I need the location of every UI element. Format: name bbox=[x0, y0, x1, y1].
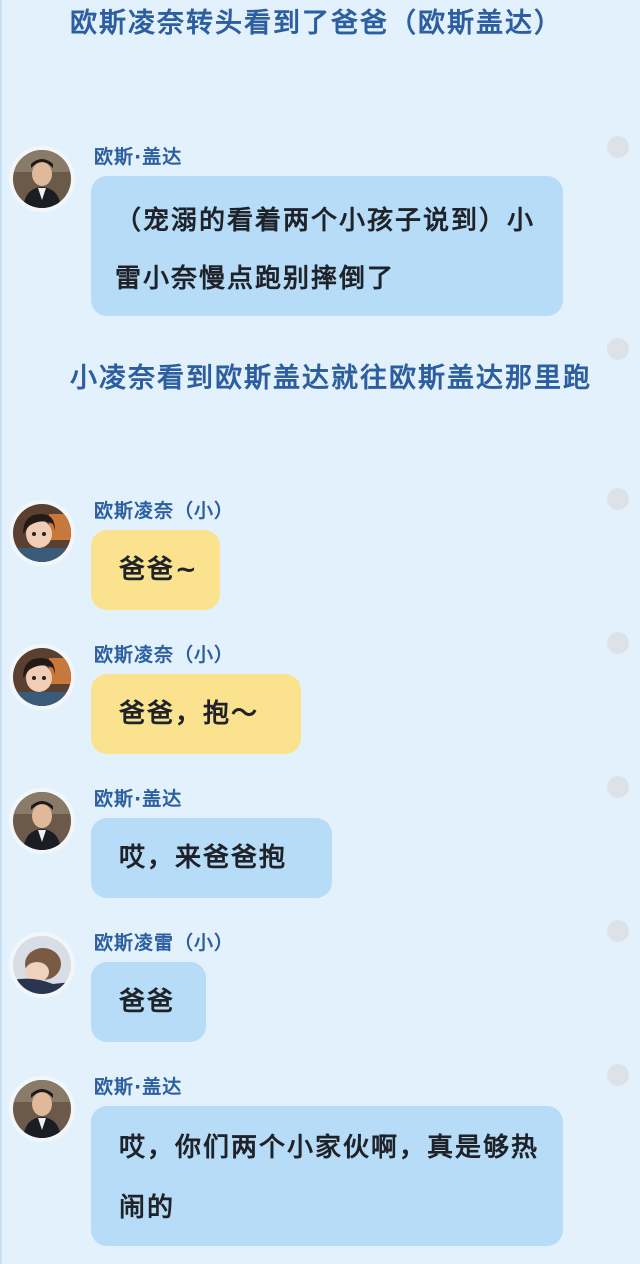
message-select-indicator[interactable] bbox=[607, 776, 629, 798]
narration-text: 小凌奈看到欧斯盖达就往欧斯盖达那里跑 bbox=[70, 363, 592, 394]
boy-avatar[interactable] bbox=[9, 932, 75, 998]
sender-name: 欧斯·盖达 bbox=[94, 788, 183, 810]
sender-name: 欧斯·盖达 bbox=[94, 146, 183, 168]
chat-bubble[interactable]: 爸爸~ bbox=[91, 530, 220, 610]
message-select-indicator[interactable] bbox=[607, 488, 629, 510]
message-text: 爸爸 bbox=[119, 987, 176, 1017]
chat-bubble[interactable]: 哎，你们两个小家伙啊，真是够热闹的 bbox=[91, 1106, 563, 1246]
narration-text: 欧斯凌奈转头看到了爸爸（欧斯盖达） bbox=[70, 8, 563, 39]
man-avatar[interactable] bbox=[9, 788, 75, 854]
message-select-indicator[interactable] bbox=[607, 1064, 629, 1086]
message-select-indicator[interactable] bbox=[607, 136, 629, 158]
message-text: 爸爸，抱～ bbox=[119, 699, 260, 729]
sender-name: 欧斯凌奈（小） bbox=[94, 500, 235, 522]
girl-avatar[interactable] bbox=[9, 500, 75, 566]
chat-bubble[interactable]: （宠溺的看着两个小孩子说到）小雷小奈慢点跑别摔倒了 bbox=[91, 176, 563, 316]
girl-avatar[interactable] bbox=[9, 644, 75, 710]
message-text: 爸爸~ bbox=[119, 555, 199, 585]
chat-bubble[interactable]: 爸爸 bbox=[91, 962, 206, 1042]
message-text: 哎，来爸爸抱 bbox=[119, 843, 288, 873]
man-avatar[interactable] bbox=[9, 146, 75, 212]
message-text: （宠溺的看着两个小孩子说到）小雷小奈慢点跑别摔倒了 bbox=[115, 206, 536, 294]
message-select-indicator[interactable] bbox=[607, 632, 629, 654]
message-select-indicator[interactable] bbox=[607, 920, 629, 942]
sender-name: 欧斯·盖达 bbox=[94, 1076, 183, 1098]
sender-name: 欧斯凌雷（小） bbox=[94, 932, 235, 954]
message-text: 哎，你们两个小家伙啊，真是够热闹的 bbox=[119, 1133, 540, 1223]
man-avatar[interactable] bbox=[9, 1076, 75, 1142]
left-edge-line bbox=[0, 0, 2, 1264]
chat-bubble[interactable]: 哎，来爸爸抱 bbox=[91, 818, 332, 898]
chat-bubble[interactable]: 爸爸，抱～ bbox=[91, 674, 301, 754]
sender-name: 欧斯凌奈（小） bbox=[94, 644, 235, 666]
